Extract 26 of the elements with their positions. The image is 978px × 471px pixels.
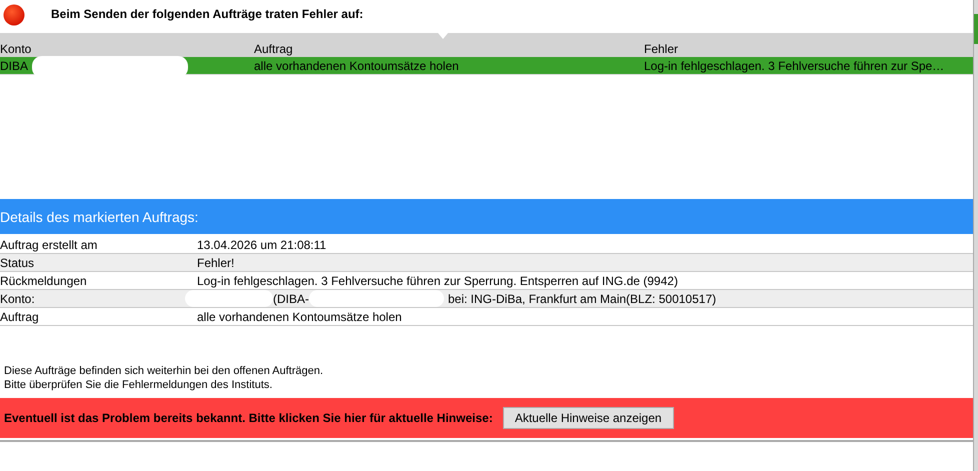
- details-heading: Details des markierten Auftrags:: [0, 199, 973, 234]
- sort-arrow-icon: [438, 33, 448, 39]
- error-heading: Beim Senden der folgenden Aufträge traten Fehler auf:: [51, 6, 364, 20]
- table-cell: alle vorhandenen Kontoumsätze holen: [254, 58, 459, 72]
- detail-value: 13.04.2026 um 21:08:11: [197, 238, 326, 252]
- error-icon: [3, 4, 25, 26]
- detail-label: Rückmeldungen: [0, 274, 88, 288]
- column-header[interactable]: Fehler: [644, 42, 973, 56]
- detail-label: Konto:: [0, 292, 36, 306]
- table-cell: DIBA: [0, 58, 28, 72]
- detail-label: Auftrag erstellt am: [0, 238, 98, 252]
- info-text: Diese Aufträge befinden sich weiterhin bei den offenen Aufträgen.: [4, 364, 324, 378]
- detail-value: Fehler!: [197, 256, 234, 270]
- detail-label: Status: [0, 256, 36, 270]
- detail-value: bei: ING-DiBa, Frankfurt am Main(BLZ: 50010517): [448, 292, 716, 306]
- hint-text: Eventuell ist das Problem bereits bekannt. Bitte klicken Sie hier für aktuelle Hinweise:: [4, 411, 493, 425]
- show-hints-button[interactable]: Aktuelle Hinweise anzeigen: [502, 407, 674, 429]
- table-row[interactable]: DIBA alle vorhandenen Kontoumsätze holen Log-in fehlgeschlagen. 3 Fehlversuche führen zur Spe…: [0, 57, 973, 75]
- detail-label: Auftrag: [0, 310, 40, 324]
- info-text: Bitte überprüfen Sie die Fehlermeldungen des Instituts.: [4, 378, 274, 392]
- detail-value: alle vorhandenen Kontoumsätze holen: [197, 310, 402, 324]
- detail-value: Log-in fehlgeschlagen. 3 Fehlversuche führen zur Sperrung. Entsperren auf ING.de (9942): [197, 274, 678, 288]
- column-header[interactable]: Auftrag: [254, 42, 644, 56]
- detail-value: (DIBA-: [273, 292, 309, 306]
- table-cell: Log-in fehlgeschlagen. 3 Fehlversuche führen zur Spe…: [644, 58, 944, 72]
- column-header[interactable]: Konto: [0, 42, 254, 56]
